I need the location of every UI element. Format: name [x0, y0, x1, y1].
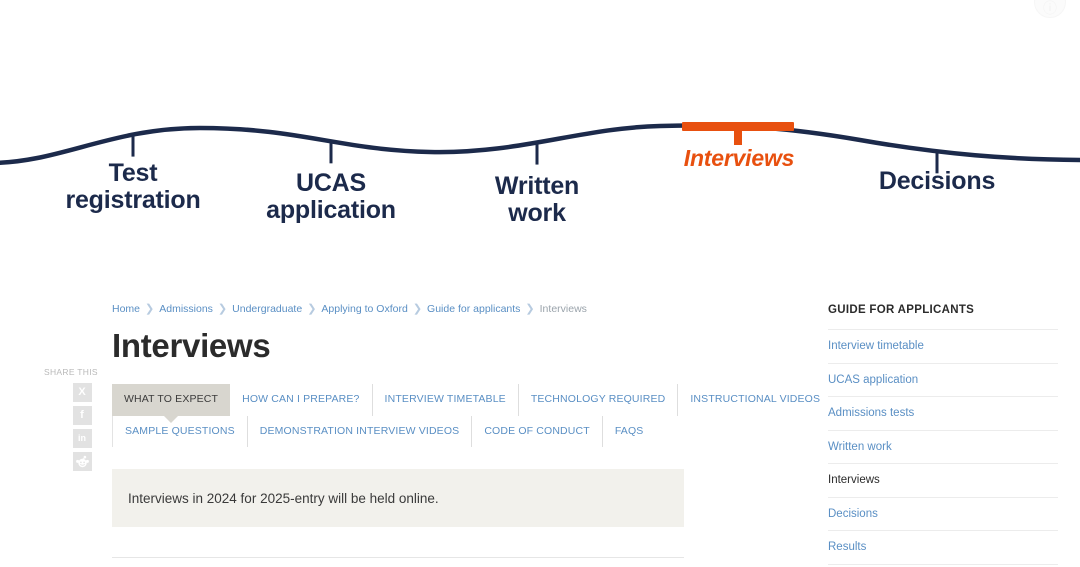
application-timeline-banner: Test registration UCAS application Written… [0, 0, 1080, 252]
breadcrumb-item-5[interactable]: Guide for applicants [427, 303, 520, 315]
tab-demonstration-interview-videos[interactable]: DEMONSTRATION INTERVIEW VIDEOS [248, 415, 473, 448]
reddit-icon[interactable] [72, 452, 92, 471]
tab-code-of-conduct[interactable]: CODE OF CONDUCT [472, 415, 603, 448]
sidebar-link-list: Interview timetable UCAS application Admis… [828, 329, 1058, 565]
sidebar-guide-for-applicants: GUIDE FOR APPLICANTS Interview timetable… [828, 304, 1058, 565]
timeline-curve [0, 123, 1080, 165]
breadcrumb-item-6: Interviews [539, 303, 587, 315]
timeline-stage-label-5: Decisions [878, 167, 996, 195]
breadcrumb-separator: ❯ [217, 303, 228, 315]
breadcrumb: Home ❯ Admissions ❯ Undergraduate ❯ Applying t… [112, 252, 684, 315]
tab-what-to-expect[interactable]: WHAT TO EXPECT [112, 384, 231, 416]
tab-instructional-videos[interactable]: INSTRUCTIONAL VIDEOS [678, 384, 832, 416]
share-rail: SHARE THIS Xf in [44, 367, 102, 471]
highlight-tick [734, 122, 742, 145]
timeline-current-highlight [682, 122, 794, 145]
page-title: Interviews [112, 327, 271, 364]
breadcrumb-separator: ❯ [145, 303, 155, 315]
breadcrumb-separator: ❯ [412, 303, 423, 315]
tab-row-primary: WHAT TO EXPECT HOW CAN I PREPARE? INTERVIE… [112, 384, 820, 416]
linkedin-icon[interactable]: in [72, 429, 92, 448]
sidebar-item-decisions[interactable]: Decisions [828, 496, 1058, 531]
sidebar-item-admissions-tests[interactable]: Admissions tests [828, 396, 1058, 430]
sidebar-item-results[interactable]: Results [828, 530, 1058, 565]
tab-how-can-i-prepare[interactable]: HOW CAN I PREPARE? [230, 384, 373, 416]
sidebar-item-interviews: Interviews [828, 463, 1058, 497]
notice-banner: Interviews in 2024 for 2025-entry will b… [112, 469, 684, 528]
content-divider [112, 557, 684, 559]
section-tabs: WHAT TO EXPECT HOW CAN I PREPARE? INTERVIE… [112, 384, 820, 448]
breadcrumb-item-2[interactable]: Admissions [159, 303, 213, 315]
tab-interview-timetable[interactable]: INTERVIEW TIMETABLE [373, 384, 519, 416]
breadcrumb-item-3[interactable]: Undergraduate [232, 303, 302, 315]
notice-text: Interviews in 2024 for 2025-entry will b… [128, 490, 439, 506]
facebook-icon[interactable]: f [72, 406, 92, 425]
main-column: Home ❯ Admissions ❯ Undergraduate ❯ Applying t… [112, 252, 820, 559]
breadcrumb-separator: ❯ [307, 303, 317, 315]
share-icon-list: Xf in [62, 383, 102, 471]
sidebar-title: GUIDE FOR APPLICANTS [828, 304, 975, 316]
x-twitter-icon[interactable]: X [72, 383, 92, 402]
breadcrumb-separator: ❯ [525, 303, 535, 315]
tab-sample-questions[interactable]: SAMPLE QUESTIONS [113, 415, 248, 448]
tab-technology-required[interactable]: TECHNOLOGY REQUIRED [519, 384, 679, 416]
sidebar-item-interview-timetable[interactable]: Interview timetable [828, 329, 1058, 363]
page-content: SHARE THIS Xf in Home ❯ Admissions ❯ Undergra… [0, 252, 1080, 567]
tab-row-secondary: SAMPLE QUESTIONS DEMONSTRATION INTERVIEW … [112, 415, 684, 448]
sidebar-item-ucas-application[interactable]: UCAS application [828, 362, 1058, 397]
share-this-label: SHARE THIS [44, 367, 98, 377]
sidebar-item-written-work[interactable]: Written work [828, 429, 1058, 464]
breadcrumb-item-4[interactable]: Applying to Oxford [321, 303, 407, 315]
breadcrumb-item-1[interactable]: Home [112, 303, 140, 315]
timeline-stage-label-3: Written work [494, 172, 580, 227]
tab-faqs[interactable]: FAQS [603, 416, 656, 448]
